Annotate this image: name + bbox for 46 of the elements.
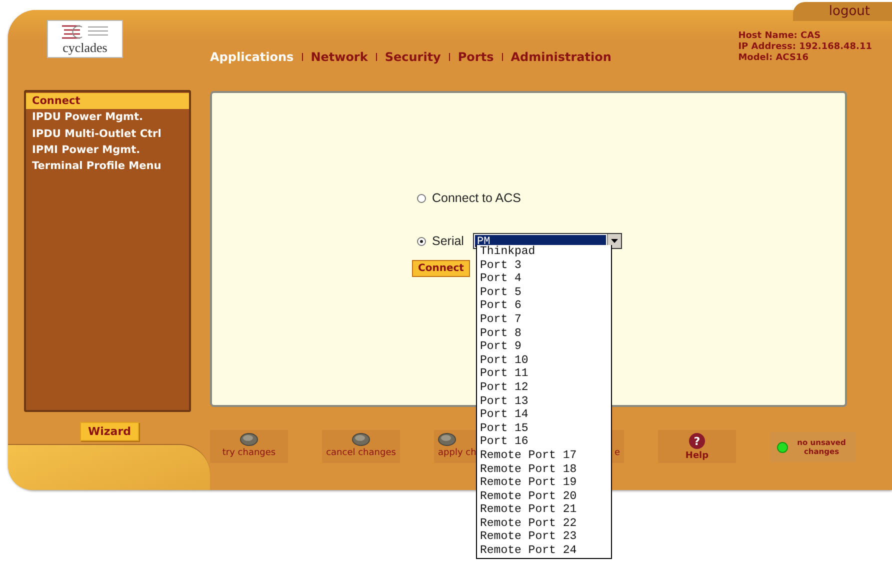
dropdown-option[interactable]: Port 12 xyxy=(477,380,611,395)
sidebar-item[interactable]: IPDU Multi-Outlet Ctrl xyxy=(26,126,189,142)
dropdown-option[interactable]: Remote Port 21 xyxy=(477,503,611,517)
radio-button[interactable] xyxy=(417,194,426,202)
dropdown-option[interactable]: Remote Port 24 xyxy=(477,544,611,558)
stripes-icon xyxy=(60,24,110,40)
sidebar-item[interactable]: IPMI Power Mgmt. xyxy=(26,142,189,158)
dropdown-option[interactable]: Port 6 xyxy=(477,299,611,313)
host-info-text: Host Name: CAS xyxy=(738,31,822,42)
dropdown-option[interactable]: Port 7 xyxy=(477,312,611,327)
connect-button[interactable]: Connect xyxy=(412,260,470,277)
nav-link[interactable]: Administration xyxy=(502,51,620,63)
round-button-icon xyxy=(438,433,456,446)
dropdown-option[interactable]: Port 10 xyxy=(477,354,611,368)
dropdown-option[interactable]: Remote Port 18 xyxy=(477,462,611,476)
dropdown-option[interactable]: Port 9 xyxy=(477,340,611,354)
logout-link[interactable]: logout xyxy=(792,2,892,21)
dropdown-option[interactable]: Port 11 xyxy=(477,367,611,381)
dropdown-option[interactable]: Port 8 xyxy=(477,326,611,340)
dropdown-option[interactable]: Port 13 xyxy=(477,394,611,408)
sidebar-item[interactable]: Terminal Profile Menu xyxy=(26,158,189,174)
dropdown-option[interactable]: Port 14 xyxy=(477,408,611,422)
help-button[interactable]: ? Help xyxy=(658,430,736,463)
radio-label: Serial xyxy=(432,234,464,248)
radio-label: Connect to ACS xyxy=(432,191,521,205)
dropdown-option[interactable]: Remote Port 19 xyxy=(477,476,611,490)
dropdown-option[interactable]: Remote Port 23 xyxy=(477,530,611,544)
wizard-button[interactable]: Wizard xyxy=(80,422,140,441)
dropdown-option[interactable]: Remote Port 20 xyxy=(477,490,611,504)
dropdown-option[interactable]: Remote Port 22 xyxy=(477,516,611,530)
radio-button[interactable] xyxy=(417,236,426,246)
nav-link[interactable]: Ports xyxy=(450,51,502,63)
dropdown-option[interactable]: Port 4 xyxy=(477,272,611,286)
round-button-icon xyxy=(240,433,258,446)
help-icon: ? xyxy=(689,433,705,449)
logo-text: cyclades xyxy=(62,41,108,54)
round-button-icon xyxy=(352,433,370,446)
nav-link[interactable]: Network xyxy=(302,51,376,63)
sidebar-item[interactable]: Connect xyxy=(26,93,189,110)
host-info-text: Model: ACS16 xyxy=(738,53,810,64)
dropdown-option[interactable]: Port 5 xyxy=(477,286,611,300)
status-dot-icon xyxy=(776,442,788,452)
nav-link[interactable]: Security xyxy=(376,51,449,63)
host-info-text: IP Address: 192.168.48.11 xyxy=(738,42,872,53)
dropdown-option[interactable]: Port 3 xyxy=(477,258,611,272)
sidebar-item[interactable]: IPDU Power Mgmt. xyxy=(26,109,189,126)
